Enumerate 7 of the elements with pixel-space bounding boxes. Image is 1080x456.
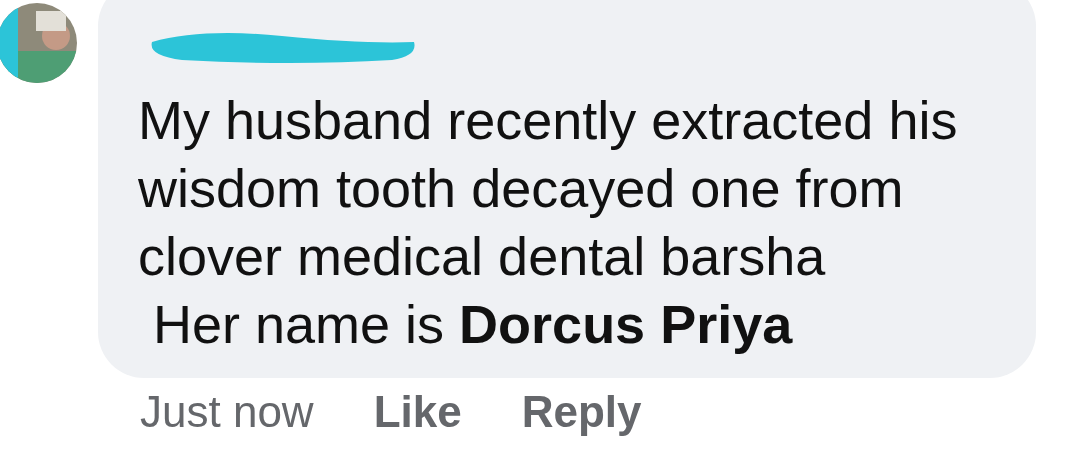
action-link[interactable]: Reply [521, 386, 642, 438]
comment-text-line: wisdom tooth decayed one from [138, 157, 905, 220]
action-link[interactable]: Like [373, 386, 462, 438]
comment-text-line: Her name is Dorcus Priya [152, 293, 794, 356]
comment-text-line: clover medical dental barsha [138, 225, 827, 288]
comment-text-line: My husband recently extracted his [138, 89, 959, 152]
timestamp: Just now [140, 386, 314, 438]
